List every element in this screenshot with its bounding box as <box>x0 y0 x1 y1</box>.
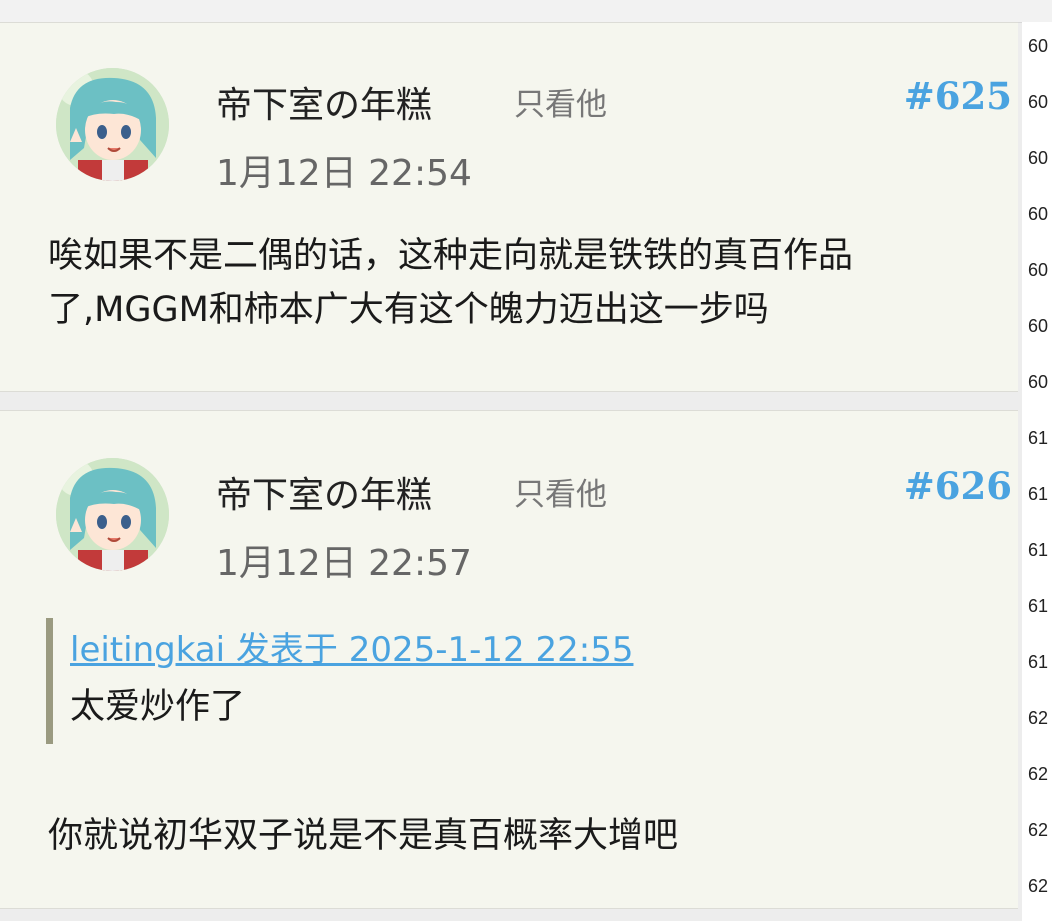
post-card: 帝下室の年糕 只看他 #626 1月12日 22:57 leitingkai 发… <box>0 410 1018 909</box>
quote-block: leitingkai 发表于 2025-1-12 22:55 太爱炒作了 <box>46 618 973 744</box>
gutter-label[interactable]: 62 <box>1028 708 1048 729</box>
gutter-label[interactable]: 62 <box>1028 876 1048 897</box>
post-body-line: 唉如果不是二偶的话，这种走向就是铁铁的真百作品 <box>48 236 854 276</box>
post-body: 你就说初华双子说是不是真百概率大增吧 <box>48 809 1013 863</box>
gutter-label[interactable]: 61 <box>1028 484 1048 505</box>
post-card: 帝下室の年糕 只看他 #625 1月12日 22:54 唉如果不是二偶的话，这种… <box>0 22 1018 392</box>
gutter-label[interactable]: 60 <box>1028 316 1048 337</box>
gutter-label[interactable]: 61 <box>1028 596 1048 617</box>
gutter-label[interactable]: 61 <box>1028 652 1048 673</box>
only-view-him-button[interactable]: 只看他 <box>514 79 607 124</box>
username[interactable]: 帝下室の年糕 <box>216 76 432 128</box>
anime-avatar-icon[interactable] <box>56 68 169 181</box>
post-datetime: 1月12日 22:57 <box>216 543 472 584</box>
gutter-label[interactable]: 62 <box>1028 764 1048 785</box>
post-datetime: 1月12日 22:54 <box>216 153 472 194</box>
username[interactable]: 帝下室の年糕 <box>216 466 432 518</box>
gutter-label[interactable]: 60 <box>1028 148 1048 169</box>
gutter-label[interactable]: 60 <box>1028 204 1048 225</box>
gutter-label[interactable]: 60 <box>1028 36 1048 57</box>
gutter-label[interactable]: 60 <box>1028 92 1048 113</box>
quote-source-link[interactable]: leitingkai 发表于 2025-1-12 22:55 <box>70 622 633 671</box>
gutter-label[interactable]: 61 <box>1028 428 1048 449</box>
quote-text: 太爱炒作了 <box>70 687 246 727</box>
floor-number[interactable]: #626 <box>904 464 1012 508</box>
floor-index-gutter: 60 60 60 60 60 60 60 61 61 61 61 61 62 6… <box>1022 22 1052 921</box>
post-body: 唉如果不是二偶的话，这种走向就是铁铁的真百作品 了,MGGM和柿本广大有这个魄力… <box>48 229 1013 337</box>
gutter-label[interactable]: 60 <box>1028 372 1048 393</box>
anime-avatar-icon[interactable] <box>56 458 169 571</box>
top-strip <box>0 0 1052 23</box>
only-view-him-button[interactable]: 只看他 <box>514 469 607 514</box>
gutter-label[interactable]: 61 <box>1028 540 1048 561</box>
floor-number[interactable]: #625 <box>904 74 1012 118</box>
post-body-line: 你就说初华双子说是不是真百概率大增吧 <box>48 816 679 856</box>
gutter-label[interactable]: 62 <box>1028 820 1048 841</box>
gutter-label[interactable]: 60 <box>1028 260 1048 281</box>
post-body-line: 了,MGGM和柿本广大有这个魄力迈出这一步吗 <box>48 290 769 330</box>
